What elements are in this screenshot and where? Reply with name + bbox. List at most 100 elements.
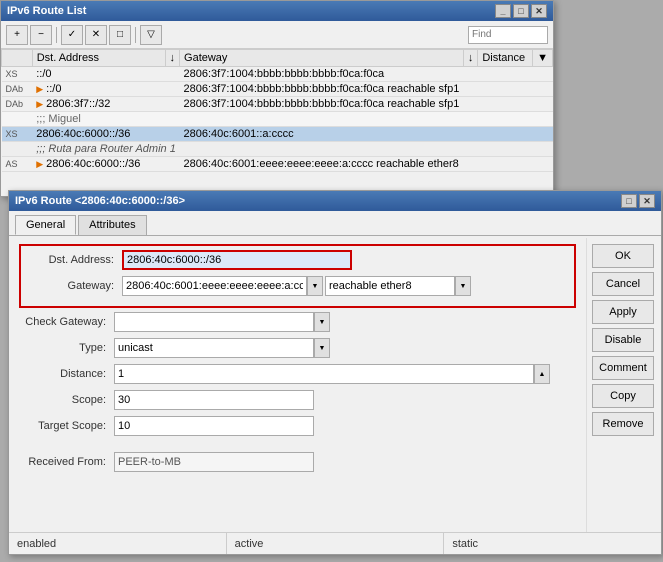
- gateway-input[interactable]: [122, 276, 307, 296]
- col-distance[interactable]: Distance: [478, 50, 533, 67]
- row-distance: [478, 127, 533, 142]
- received-from-input[interactable]: [114, 452, 314, 472]
- titlebar-buttons: _ □ ✕: [495, 4, 547, 18]
- col-scroll: ▼: [533, 50, 553, 67]
- toolbar-sep2: [135, 27, 136, 43]
- filter-btn[interactable]: ▽: [140, 25, 162, 45]
- remove-button[interactable]: Remove: [592, 412, 654, 436]
- target-scope-input[interactable]: [114, 416, 314, 436]
- table-row[interactable]: DAb ▶ ::/0 2806:3f7:1004:bbbb:bbbb:bbbb:…: [2, 82, 553, 97]
- check-btn[interactable]: ✓: [61, 25, 83, 45]
- toolbar-sep1: [56, 27, 57, 43]
- row-gateway: 2806:3f7:1004:bbbb:bbbb:bbbb:f0ca:f0ca r…: [180, 97, 464, 112]
- distance-label: Distance:: [19, 368, 114, 380]
- check-gateway-input[interactable]: [114, 312, 314, 332]
- row-tag: XS: [2, 67, 33, 82]
- route-list-titlebar: IPv6 Route List _ □ ✕: [1, 1, 553, 21]
- dst-address-row: Dst. Address:: [27, 250, 568, 270]
- minimize-btn[interactable]: _: [495, 4, 511, 18]
- col-dst[interactable]: Dst. Address: [32, 50, 165, 67]
- scope-input[interactable]: [114, 390, 314, 410]
- form-content: Dst. Address: Gateway: ▼ ▼ Check Gateway…: [9, 236, 586, 486]
- route-detail-titlebar: IPv6 Route <2806:40c:6000::/36> □ ✕: [9, 191, 661, 211]
- comment-btn[interactable]: □: [109, 25, 131, 45]
- dst-address-input[interactable]: [122, 250, 352, 270]
- row-gateway: 2806:40c:6001:eeee:eeee:eeee:a:cccc reac…: [180, 157, 464, 172]
- row-dst: ▶ 2806:40c:6000::/36: [32, 157, 165, 172]
- table-row[interactable]: AS ▶ 2806:40c:6000::/36 2806:40c:6001:ee…: [2, 157, 553, 172]
- cross-btn[interactable]: ✕: [85, 25, 107, 45]
- row-dst: ▶ 2806:3f7::/32: [32, 97, 165, 112]
- add-btn[interactable]: +: [6, 25, 28, 45]
- gateway-right-input[interactable]: [325, 276, 455, 296]
- status-bar: enabled active static: [9, 532, 661, 554]
- route-detail-window: IPv6 Route <2806:40c:6000::/36> □ ✕ Gene…: [8, 190, 662, 555]
- received-from-label: Received From:: [19, 456, 114, 468]
- type-input[interactable]: [114, 338, 314, 358]
- ok-button[interactable]: OK: [592, 244, 654, 268]
- close-btn[interactable]: ✕: [531, 4, 547, 18]
- status-active: active: [227, 533, 445, 554]
- apply-button[interactable]: Apply: [592, 300, 654, 324]
- tab-general[interactable]: General: [15, 215, 76, 235]
- table-row[interactable]: XS ::/0 2806:3f7:1004:bbbb:bbbb:bbbb:f0c…: [2, 67, 553, 82]
- delete-btn[interactable]: −: [30, 25, 52, 45]
- row-distance: [478, 97, 533, 112]
- detail-body: Dst. Address: Gateway: ▼ ▼ Check Gateway…: [9, 236, 661, 552]
- col-gateway[interactable]: Gateway: [180, 50, 464, 67]
- table-row[interactable]: XS 2806:40c:6000::/36 2806:40c:6001::a:c…: [2, 127, 553, 142]
- disable-button[interactable]: Disable: [592, 328, 654, 352]
- col-sort2: ↓: [463, 50, 478, 67]
- received-from-row: Received From:: [19, 452, 576, 472]
- detail-titlebar-buttons: □ ✕: [621, 194, 655, 208]
- row-distance: [478, 67, 533, 82]
- copy-button[interactable]: Copy: [592, 384, 654, 408]
- row-gateway: 2806:40c:6001::a:cccc: [180, 127, 464, 142]
- row-gateway: 2806:3f7:1004:bbbb:bbbb:bbbb:f0ca:f0ca: [180, 67, 464, 82]
- comment-button[interactable]: Comment: [592, 356, 654, 380]
- route-detail-title: IPv6 Route <2806:40c:6000::/36>: [15, 195, 185, 207]
- dst-gateway-group: Dst. Address: Gateway: ▼ ▼: [19, 244, 576, 308]
- row-tag: AS: [2, 157, 33, 172]
- group-label: ;;; Miguel: [32, 112, 532, 127]
- maximize-btn[interactable]: □: [513, 4, 529, 18]
- target-scope-row: Target Scope:: [19, 416, 576, 436]
- route-table: Dst. Address ↓ Gateway ↓ Distance ▼ XS :…: [1, 49, 553, 172]
- type-scroll-down[interactable]: ▼: [314, 338, 330, 358]
- row-dst: 2806:40c:6000::/36: [32, 127, 165, 142]
- table-row-group: ;;; Miguel: [2, 112, 553, 127]
- row-tag: XS: [2, 127, 33, 142]
- dst-address-label: Dst. Address:: [27, 254, 122, 266]
- distance-input[interactable]: [114, 364, 534, 384]
- gateway-label: Gateway:: [27, 280, 122, 292]
- distance-row: Distance: ▲: [19, 364, 576, 384]
- check-gateway-label: Check Gateway:: [19, 316, 114, 328]
- detail-minimize-btn[interactable]: □: [621, 194, 637, 208]
- route-list-toolbar: + − ✓ ✕ □ ▽: [1, 21, 553, 49]
- detail-close-btn[interactable]: ✕: [639, 194, 655, 208]
- gateway-scroll-down[interactable]: ▼: [307, 276, 323, 296]
- scope-row: Scope:: [19, 390, 576, 410]
- row-tag: DAb: [2, 82, 33, 97]
- row-dst2: [165, 67, 180, 82]
- check-gateway-scroll-down[interactable]: ▼: [314, 312, 330, 332]
- check-gateway-row: Check Gateway: ▼: [19, 312, 576, 332]
- gateway-right-scroll-down[interactable]: ▼: [455, 276, 471, 296]
- subgroup-label: ;;; Ruta para Router Admin 1: [32, 142, 532, 157]
- status-enabled: enabled: [9, 533, 227, 554]
- route-list-title: IPv6 Route List: [7, 5, 86, 17]
- col-tag: [2, 50, 33, 67]
- form-spacer: [19, 442, 576, 452]
- row-dst: ::/0: [32, 67, 165, 82]
- type-label: Type:: [19, 342, 114, 354]
- cancel-button[interactable]: Cancel: [592, 272, 654, 296]
- table-row[interactable]: DAb ▶ 2806:3f7::/32 2806:3f7:1004:bbbb:b…: [2, 97, 553, 112]
- side-buttons-panel: OK Cancel Apply Disable Comment Copy Rem…: [586, 238, 661, 532]
- gateway-row: Gateway: ▼ ▼: [27, 276, 568, 296]
- route-detail-tabs: General Attributes: [9, 211, 661, 236]
- scope-label: Scope:: [19, 394, 114, 406]
- find-input[interactable]: [468, 26, 548, 44]
- distance-scroll-up[interactable]: ▲: [534, 364, 550, 384]
- tab-attributes[interactable]: Attributes: [78, 215, 146, 235]
- table-row-subgroup: ;;; Ruta para Router Admin 1: [2, 142, 553, 157]
